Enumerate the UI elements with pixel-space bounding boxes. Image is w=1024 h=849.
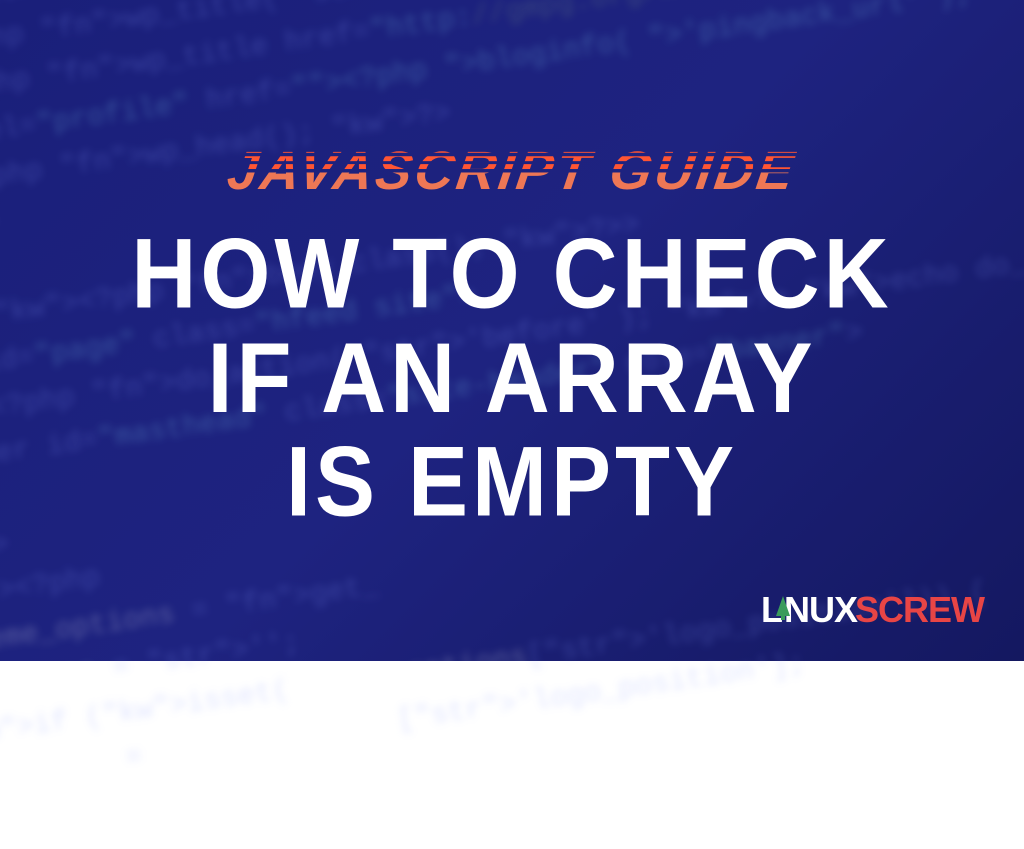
banner-title: HOW TO CHECK IF AN ARRAY IS EMPTY (131, 223, 892, 535)
title-line-3: IS EMPTY (131, 431, 892, 535)
title-line-1: HOW TO CHECK (131, 223, 892, 327)
site-logo: L NUX SCREW (761, 589, 984, 631)
tree-icon (776, 596, 790, 616)
title-line-2: IF AN ARRAY (131, 327, 892, 431)
logo-nux-chars: NUX (784, 589, 857, 631)
logo-text-linux: L NUX (761, 589, 857, 631)
logo-text-screw: SCREW (855, 589, 984, 631)
article-banner: 28 $this->attributes();29 "kw"><?php "fn… (0, 0, 1024, 661)
banner-subtitle: JAVASCRIPT GUIDE (224, 140, 801, 202)
